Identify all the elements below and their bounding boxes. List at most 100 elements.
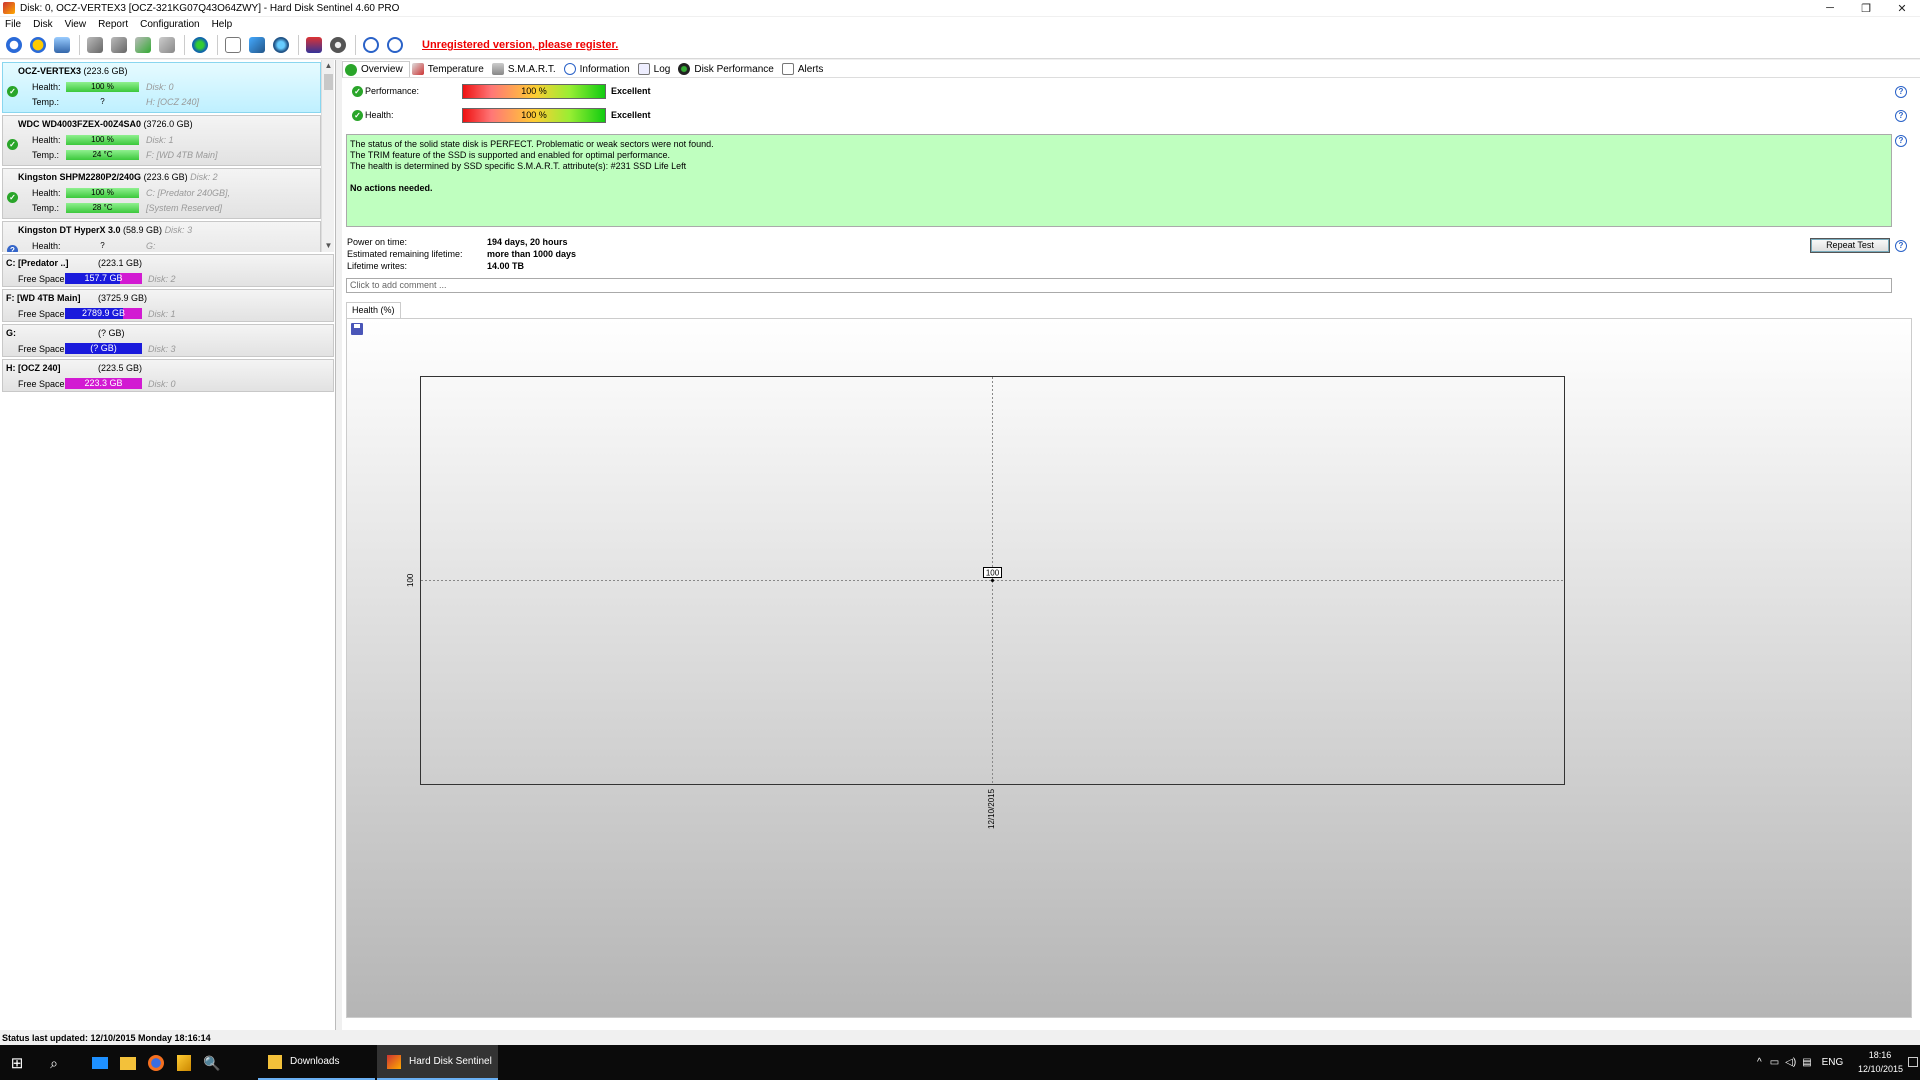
file-explorer-icon[interactable] [118, 1053, 138, 1073]
language-indicator[interactable]: ENG [1822, 1057, 1844, 1068]
health-rating: Excellent [611, 110, 651, 120]
search-icon[interactable]: ⌕ [44, 1053, 64, 1073]
temp-label: Temp.: [32, 97, 60, 107]
repeat-test-button[interactable]: Repeat Test [1810, 238, 1890, 253]
tab-smart[interactable]: S.M.A.R.T. [490, 61, 562, 77]
unregistered-link[interactable]: Unregistered version, please register. [422, 39, 618, 51]
scroll-down-icon[interactable]: ▼ [322, 240, 335, 252]
tab-alerts[interactable]: Alerts [780, 61, 830, 77]
volume-capacity: (? GB) [98, 328, 125, 338]
volume-disk: Disk: 0 [148, 379, 176, 389]
temp-bar: 24 °C [66, 150, 139, 160]
clock[interactable]: 18:16 12/10/2015 [1858, 1048, 1903, 1076]
save-icon[interactable] [351, 323, 363, 335]
info-icon [563, 63, 576, 75]
help-button[interactable] [360, 34, 382, 56]
minimize-button[interactable]: ─ [1812, 0, 1848, 16]
tab-health-chart[interactable]: Health (%) [346, 302, 401, 318]
test-button-4[interactable] [156, 34, 178, 56]
disk-list-scrollbar[interactable]: ▲ ▼ [321, 60, 334, 252]
status-ok-icon: ✓ [352, 86, 363, 97]
health-row: Health: 100 % Disk: 0 [32, 82, 174, 92]
task-label: Hard Disk Sentinel [409, 1056, 492, 1067]
volume-icon[interactable]: ◁) [1785, 1057, 1796, 1068]
menu-file[interactable]: File [0, 19, 28, 30]
menu-view[interactable]: View [60, 19, 94, 30]
status-ok-icon: ✓ [7, 86, 18, 97]
free-space-label: Free Space [18, 379, 65, 389]
help-icon[interactable]: ? [1895, 86, 1907, 98]
close-button[interactable]: ✕ [1884, 0, 1920, 16]
free-space-value: 223.3 GB [84, 378, 123, 388]
performance-value: 100 % [521, 86, 547, 96]
wrench-icon [87, 37, 103, 53]
alert-button[interactable] [27, 34, 49, 56]
status-line: The TRIM feature of the SSD is supported… [350, 150, 671, 160]
menu-bar: File Disk View Report Configuration Help [0, 17, 1920, 32]
disk-list: OCZ-VERTEX3 (223.6 GB) ✓ Health: 100 % D… [0, 60, 336, 252]
test-button-3[interactable] [132, 34, 154, 56]
system-tray: ^ ▭ ◁) ▤ ENG [1757, 1045, 1843, 1080]
disk-card[interactable]: OCZ-VERTEX3 (223.6 GB) ✓ Health: 100 % D… [2, 62, 321, 113]
network-icon[interactable]: ▭ [1770, 1057, 1779, 1068]
disk-card[interactable]: Kingston SHPM2280P2/240G (223.6 GB) Disk… [2, 168, 321, 219]
volume-capacity: (223.5 GB) [98, 363, 143, 373]
tab-information[interactable]: Information [562, 61, 636, 77]
document-icon [225, 37, 241, 53]
disk-info-button[interactable] [51, 34, 73, 56]
tab-disk-performance[interactable]: Disk Performance [676, 61, 779, 77]
restore-button[interactable]: ❐ [1848, 0, 1884, 16]
health-label: Health: [32, 188, 61, 198]
menu-configuration[interactable]: Configuration [135, 19, 206, 30]
disk-name-line: Kingston DT HyperX 3.0 (58.9 GB) Disk: 3 [18, 225, 192, 235]
menu-report[interactable]: Report [93, 19, 135, 30]
remaining-lifetime-value: more than 1000 days [487, 249, 577, 259]
power-on-value: 194 days, 20 hours [487, 237, 568, 247]
disk-card[interactable]: Kingston DT HyperX 3.0 (58.9 GB) Disk: 3… [2, 221, 321, 252]
windows-start-icon[interactable]: ⊞ [0, 1045, 34, 1080]
web-button[interactable] [189, 34, 211, 56]
about-button[interactable] [384, 34, 406, 56]
menu-disk[interactable]: Disk [28, 19, 59, 30]
disk-volume: F: [WD 4TB Main] [146, 150, 218, 160]
report-button[interactable] [222, 34, 244, 56]
tab-overview[interactable]: Overview [342, 61, 410, 77]
firefox-icon[interactable] [146, 1053, 166, 1073]
scroll-up-icon[interactable]: ▲ [322, 60, 335, 72]
benchmark-button[interactable] [303, 34, 325, 56]
y-tick-label: 100 [406, 573, 415, 587]
test-button-2[interactable] [108, 34, 130, 56]
disk-volume: [System Reserved] [146, 203, 223, 213]
help-icon[interactable]: ? [1895, 135, 1907, 147]
show-hidden-icon[interactable]: ^ [1757, 1057, 1762, 1068]
app-icon[interactable] [174, 1053, 194, 1073]
app-icon [3, 2, 15, 14]
globe-upload-icon [273, 37, 289, 53]
send-report-button[interactable] [246, 34, 268, 56]
upload-report-button[interactable] [270, 34, 292, 56]
temp-row: Temp.: 24 °C F: [WD 4TB Main] [32, 150, 218, 160]
settings-button[interactable] [327, 34, 349, 56]
refresh-button[interactable] [3, 34, 25, 56]
volume-card[interactable]: C: [Predator ..] (223.1 GB) Free Space 1… [2, 254, 334, 287]
notification-icon[interactable] [1908, 1057, 1918, 1067]
check-icon [345, 63, 357, 76]
menu-help[interactable]: Help [207, 19, 240, 30]
message-icon[interactable]: ▤ [1802, 1057, 1811, 1068]
tab-log[interactable]: Log [636, 61, 677, 77]
test-button-1[interactable] [84, 34, 106, 56]
volume-card[interactable]: G: (? GB) Free Space (? GB) Disk: 3 [2, 324, 334, 357]
disk-card[interactable]: WDC WD4003FZEX-00Z4SA0 (3726.0 GB) ✓ Hea… [2, 115, 321, 166]
scroll-thumb[interactable] [324, 74, 333, 90]
comment-field[interactable]: Click to add comment ... [346, 278, 1892, 293]
taskbar-item-hard-disk-sentinel[interactable]: Hard Disk Sentinel [377, 1045, 498, 1080]
help-icon[interactable]: ? [1895, 240, 1907, 252]
tab-temperature[interactable]: Temperature [410, 61, 490, 77]
volume-card[interactable]: F: [WD 4TB Main] (3725.9 GB) Free Space … [2, 289, 334, 322]
volume-card[interactable]: H: [OCZ 240] (223.5 GB) Free Space 223.3… [2, 359, 334, 392]
help-icon[interactable]: ? [1895, 110, 1907, 122]
taskbar-item-downloads[interactable]: Downloads [258, 1045, 375, 1080]
magnifier-icon[interactable]: 🔍 [202, 1053, 222, 1073]
task-view-icon[interactable] [90, 1053, 110, 1073]
temp-label: Temp.: [32, 203, 60, 213]
